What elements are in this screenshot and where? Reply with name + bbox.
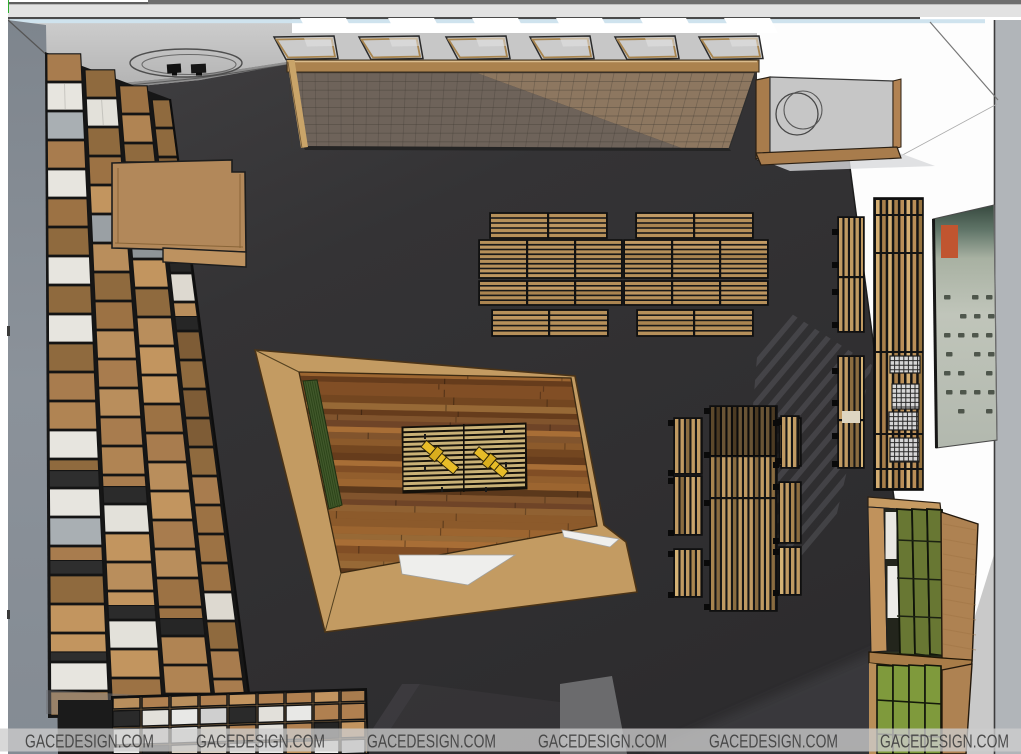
svg-text:GACEDESIGN.COM: GACEDESIGN.COM xyxy=(196,731,325,752)
svg-text:GACEDESIGN.COM: GACEDESIGN.COM xyxy=(538,731,667,752)
svg-text:GACEDESIGN.COM: GACEDESIGN.COM xyxy=(25,731,154,752)
svg-text:GACEDESIGN.COM: GACEDESIGN.COM xyxy=(880,731,1009,752)
svg-text:GACEDESIGN.COM: GACEDESIGN.COM xyxy=(367,731,496,752)
svg-text:GACEDESIGN.COM: GACEDESIGN.COM xyxy=(709,731,838,752)
